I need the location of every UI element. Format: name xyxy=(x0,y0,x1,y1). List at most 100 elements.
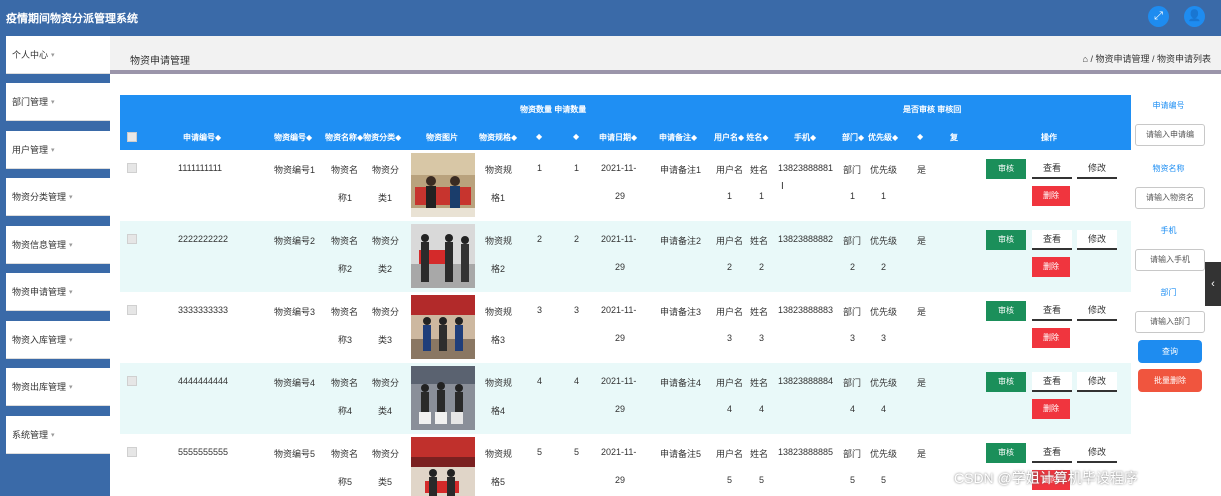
header-username-name[interactable]: 用户名◆ 姓名◆ xyxy=(714,132,769,143)
delete-button[interactable]: 删除 xyxy=(1032,399,1070,419)
cell-apply-note: 申请备注1 xyxy=(660,165,702,175)
chevron-down-icon: ▾ xyxy=(69,193,73,201)
cell-is-audited: 是 xyxy=(917,165,927,175)
header-phone[interactable]: 手机◆ xyxy=(794,132,816,143)
apply-no-input[interactable]: 请输入申请编 xyxy=(1135,124,1205,146)
cell-priority: 优先级 xyxy=(870,449,898,459)
edit-button[interactable]: 修改 xyxy=(1077,372,1117,392)
view-button[interactable]: 查看 xyxy=(1032,372,1072,392)
apply-no-label: 申请编号 xyxy=(1152,101,1185,110)
header-spec[interactable]: 物资规格◆ xyxy=(479,132,517,143)
row-checkbox[interactable] xyxy=(127,163,137,173)
cell-spec: 物资规 xyxy=(485,378,513,388)
cell-apply-date-2: 29 xyxy=(615,333,626,343)
sidebar-item-label: 物资申请管理 xyxy=(12,287,67,297)
edit-button[interactable]: 修改 xyxy=(1077,230,1117,250)
phone-input[interactable]: 请输入手机 xyxy=(1135,249,1205,271)
edit-button[interactable]: 修改 xyxy=(1077,301,1117,321)
row-checkbox[interactable] xyxy=(127,376,137,386)
cell-apply-date-2: 29 xyxy=(615,191,626,201)
audit-button[interactable]: 审核 xyxy=(986,159,1026,179)
cell-qty: 5 xyxy=(537,447,543,457)
sidebar-item-users[interactable]: 用户管理 ▾ xyxy=(6,131,110,169)
row-checkbox[interactable] xyxy=(127,305,137,315)
row-checkbox[interactable] xyxy=(127,234,137,244)
view-button[interactable]: 查看 xyxy=(1032,443,1072,463)
header-apply-no[interactable]: 申请编号◆ xyxy=(183,132,221,143)
cell-username-2: 1 xyxy=(727,191,733,201)
cell-priority-2: 4 xyxy=(881,404,887,414)
cell-apply-date: 2021-11- xyxy=(601,376,637,386)
cell-item-name: 物资名 xyxy=(331,378,359,388)
sidebar-item-label: 部门管理 xyxy=(12,97,49,107)
cell-apply-date: 2021-11- xyxy=(601,234,637,244)
audit-button[interactable]: 审核 xyxy=(986,372,1026,392)
sidebar-item-items[interactable]: 物资信息管理 ▾ xyxy=(6,226,110,264)
cell-spec: 物资规 xyxy=(485,165,513,175)
edit-button[interactable]: 修改 xyxy=(1077,443,1117,463)
header-item-name-category[interactable]: 物资名称◆物资分类◆ xyxy=(325,132,401,143)
header-item-no[interactable]: 物资编号◆ xyxy=(274,132,312,143)
cell-dept-2: 3 xyxy=(850,333,856,343)
cell-priority-2: 3 xyxy=(881,333,887,343)
header-audit-group: 是否审核 审核回 xyxy=(903,105,962,114)
cell-category: 物资分 xyxy=(372,307,400,317)
cell-spec: 物资规 xyxy=(485,236,513,246)
view-button[interactable]: 查看 xyxy=(1032,159,1072,179)
cell-username: 用户名 xyxy=(716,307,744,317)
cell-spec-2: 格1 xyxy=(491,193,506,203)
cell-is-audited: 是 xyxy=(917,307,927,317)
sidebar-item-department[interactable]: 部门管理 ▾ xyxy=(6,83,110,121)
cell-username: 用户名 xyxy=(716,449,744,459)
delete-button[interactable]: 删除 xyxy=(1032,186,1070,206)
cell-phone: 13823888882 xyxy=(778,234,834,244)
chevron-down-icon: ▾ xyxy=(51,51,55,59)
user-icon[interactable]: 👤 xyxy=(1184,6,1205,27)
cell-is-audited: 是 xyxy=(917,236,927,246)
sidebar-item-label: 物资分类管理 xyxy=(12,192,67,202)
query-button[interactable]: 查询 xyxy=(1138,340,1202,363)
cell-spec-2: 格5 xyxy=(491,477,506,487)
sidebar-item-categories[interactable]: 物资分类管理 ▾ xyxy=(6,178,110,216)
header-qty[interactable]: ◆ xyxy=(536,132,542,141)
cell-qty: 1 xyxy=(537,163,543,173)
batch-delete-button[interactable]: 批量删除 xyxy=(1138,369,1202,392)
item-name-input[interactable]: 请输入物资名 xyxy=(1135,187,1205,209)
dept-input[interactable]: 请输入部门 xyxy=(1135,311,1205,333)
edit-button[interactable]: 修改 xyxy=(1077,159,1117,179)
delete-button[interactable]: 删除 xyxy=(1032,328,1070,348)
sidebar-item-applications[interactable]: 物资申请管理 ▾ xyxy=(6,273,110,311)
sidebar-item-outbound[interactable]: 物资出库管理 ▾ xyxy=(6,368,110,406)
delete-button[interactable]: 删除 xyxy=(1032,257,1070,277)
cell-username: 用户名 xyxy=(716,236,744,246)
watermark: CSDN @学姐计算机毕设程序 xyxy=(954,470,1138,486)
chevron-down-icon: ▾ xyxy=(51,98,55,106)
sidebar-item-inbound[interactable]: 物资入库管理 ▾ xyxy=(6,321,110,359)
select-all-checkbox[interactable] xyxy=(127,132,137,142)
header-priority[interactable]: 优先级◆ xyxy=(868,132,898,143)
row-checkbox[interactable] xyxy=(127,447,137,457)
audit-button[interactable]: 审核 xyxy=(986,443,1026,463)
header-apply-qty[interactable]: ◆ xyxy=(573,132,579,141)
cell-dept-2: 2 xyxy=(850,262,856,272)
cell-item-name: 物资名 xyxy=(331,165,359,175)
header-dept[interactable]: 部门◆ xyxy=(842,132,864,143)
cell-apply-no: 3333333333 xyxy=(178,305,229,315)
cell-username-2: 4 xyxy=(727,404,733,414)
header-is-audited[interactable]: ◆ xyxy=(917,132,923,141)
sidebar-item-label: 用户管理 xyxy=(12,145,49,155)
view-button[interactable]: 查看 xyxy=(1032,230,1072,250)
cell-category-2: 类2 xyxy=(378,264,393,274)
cell-category: 物资分 xyxy=(372,378,400,388)
audit-button[interactable]: 审核 xyxy=(986,301,1026,321)
view-button[interactable]: 查看 xyxy=(1032,301,1072,321)
cell-phone: 13823888885 xyxy=(778,447,834,457)
sidebar-item-system[interactable]: 系统管理 ▾ xyxy=(6,416,110,454)
header-apply-note[interactable]: 申请备注◆ xyxy=(659,132,697,143)
cell-item-name: 物资名 xyxy=(331,236,359,246)
fullscreen-icon[interactable]: ⤢ xyxy=(1148,6,1169,27)
header-apply-date[interactable]: 申请日期◆ xyxy=(599,132,637,143)
collapse-panel-button[interactable]: ‹ xyxy=(1205,262,1221,306)
audit-button[interactable]: 审核 xyxy=(986,230,1026,250)
sidebar-item-personal-center[interactable]: 个人中心 ▾ xyxy=(6,36,110,74)
